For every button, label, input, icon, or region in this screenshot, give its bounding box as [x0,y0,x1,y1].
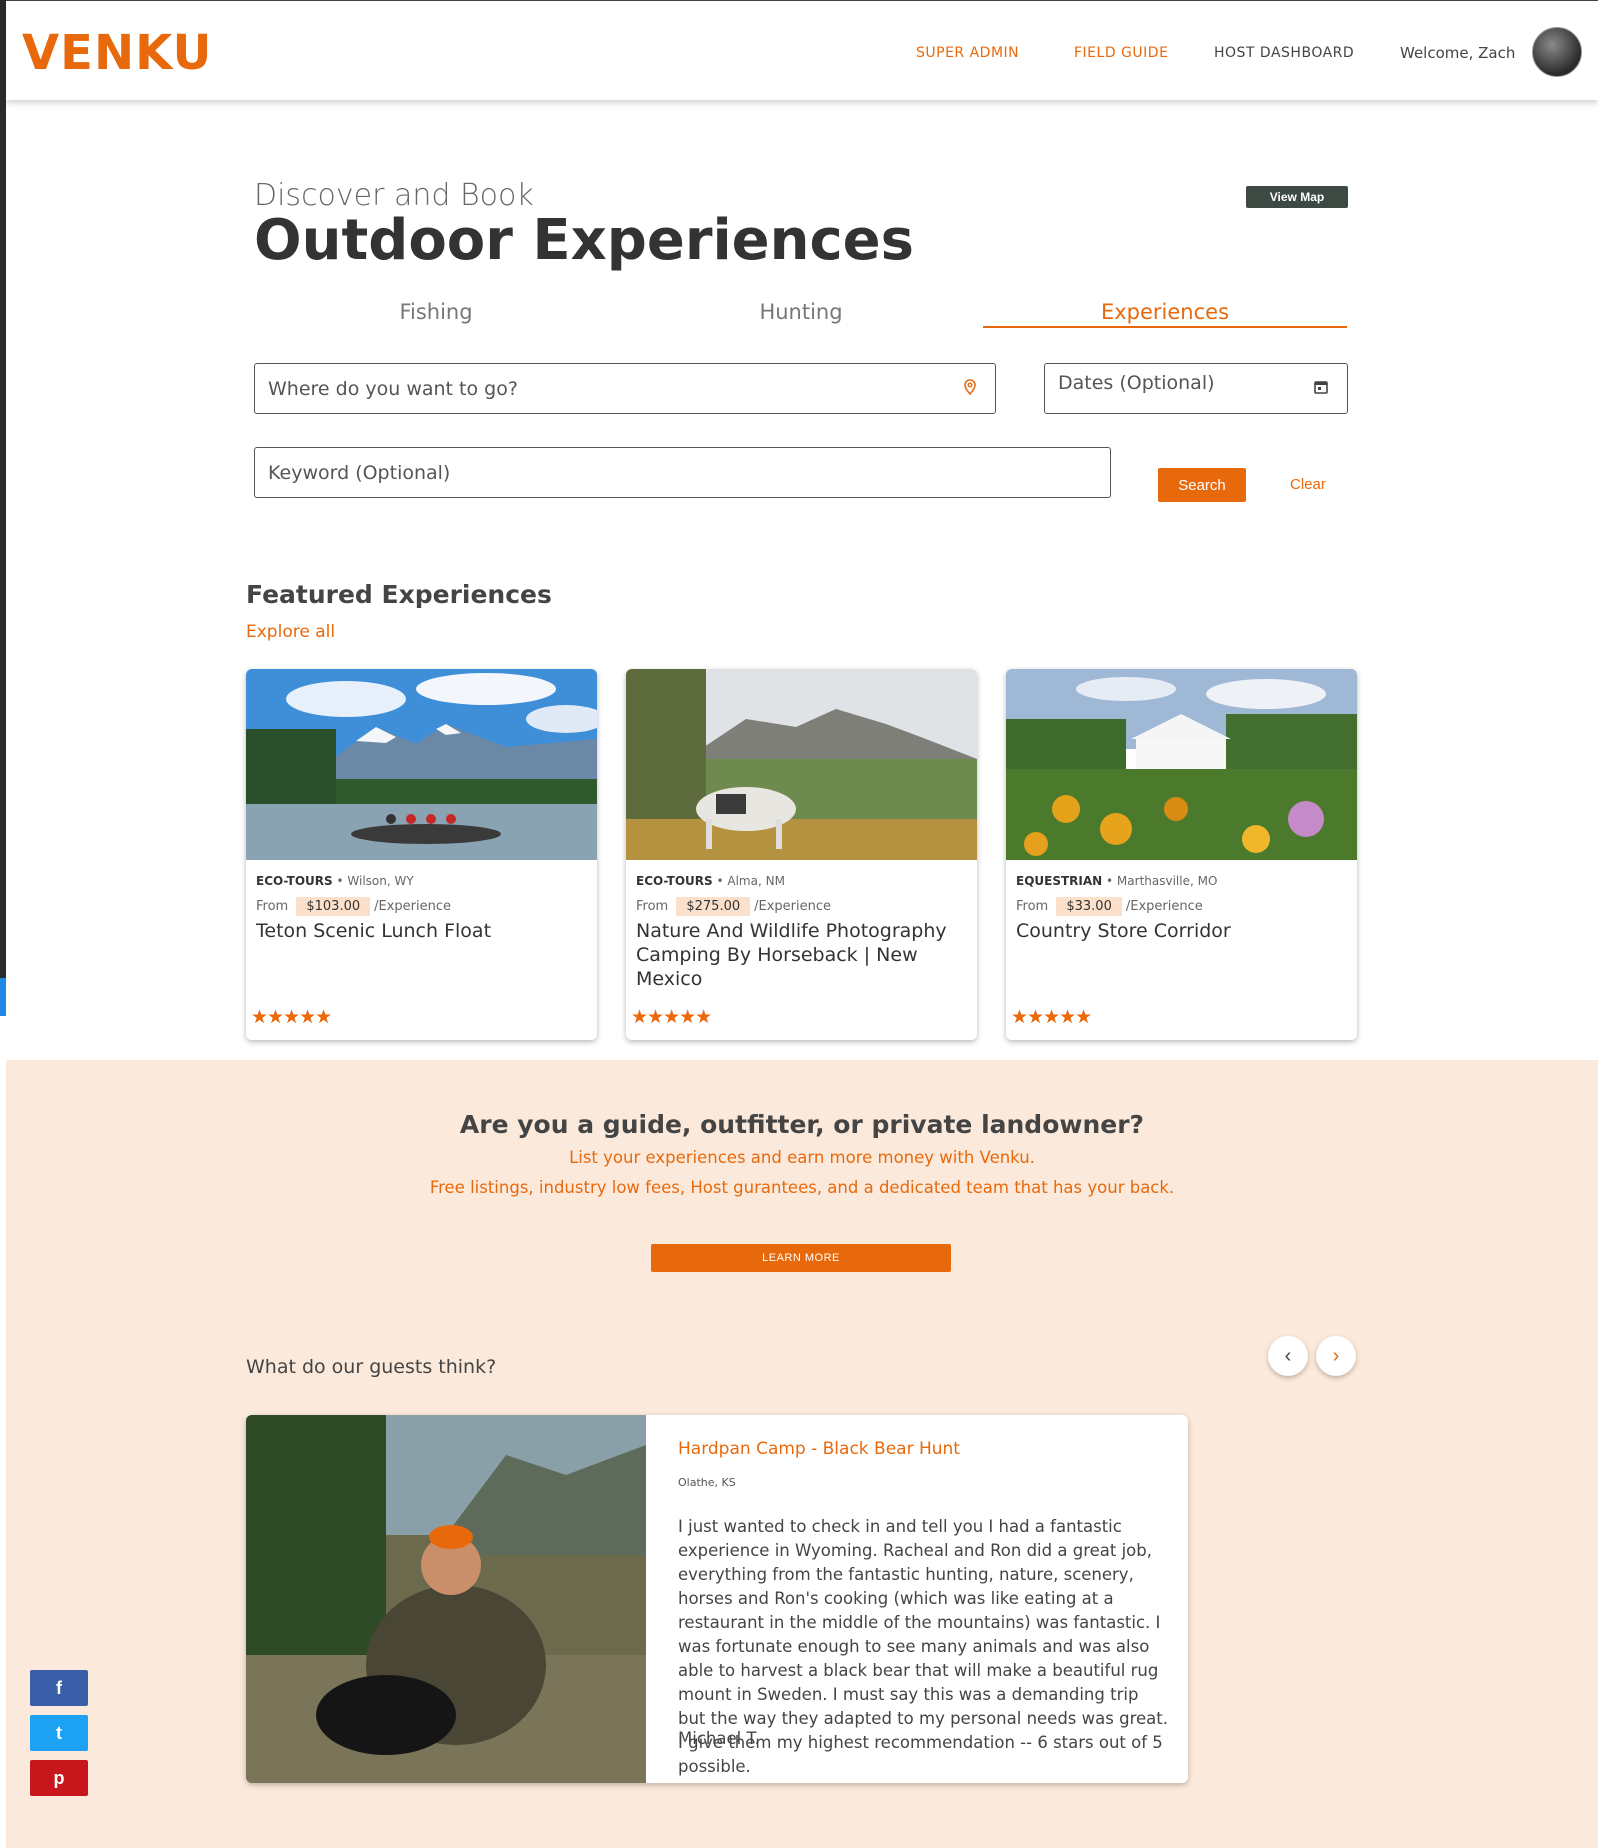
nav-field-guide[interactable]: FIELD GUIDE [1074,45,1168,61]
card-price-unit: /Experience [1125,899,1203,914]
review-title[interactable]: Hardpan Camp - Black Bear Hunt [678,1439,960,1459]
star-rating: ★★★★★ [251,1006,332,1028]
reviews-heading: What do our guests think? [246,1356,497,1378]
tab-experiences[interactable]: Experiences [983,300,1347,328]
card-category: ECO-TOURS [256,874,333,888]
welcome-text: Welcome, Zach [1400,44,1516,62]
view-map-button[interactable]: View Map [1246,186,1348,208]
page-title: Outdoor Experiences [254,208,914,273]
card-category: EQUESTRIAN [1016,874,1103,888]
star-rating: ★★★★★ [631,1006,712,1028]
card-from-label: From [1016,899,1049,914]
venku-logo[interactable]: VENKU [22,25,212,81]
location-input[interactable]: Where do you want to go? [254,363,996,414]
prev-review-button[interactable]: ‹ [1268,1336,1308,1376]
card-meta: EQUESTRIAN • Marthasville, MO [1016,874,1218,888]
location-placeholder: Where do you want to go? [268,377,518,400]
promo-line-2: Free listings, industry low fees, Host g… [429,1178,1175,1197]
host-promo-section: Are you a guide, outfitter, or private l… [6,1060,1598,1848]
map-pin-icon [963,378,977,400]
nav-host-dashboard[interactable]: HOST DASHBOARD [1214,45,1354,61]
card-price: $33.00 [1056,897,1122,916]
card-location: Marthasville, MO [1116,874,1218,888]
card-category: ECO-TOURS [636,874,713,888]
experience-card[interactable]: EQUESTRIAN • Marthasville, MO From $33.0… [1006,669,1357,1040]
card-price-unit: /Experience [754,899,832,914]
card-from-label: From [256,899,289,914]
tab-fishing[interactable]: Fishing [254,300,618,324]
featured-title: Featured Experiences [246,580,552,609]
card-location: Alma, NM [727,874,785,888]
search-button[interactable]: Search [1158,468,1246,502]
card-price: $103.00 [296,897,371,916]
experience-card[interactable]: ECO-TOURS • Wilson, WY From $103.00/Expe… [246,669,597,1040]
pinterest-share-button[interactable]: p [30,1760,88,1796]
card-price-row: From $275.00/Experience [636,897,832,916]
card-title[interactable]: Teton Scenic Lunch Float [256,919,586,943]
review-author: Michael T. [678,1729,760,1748]
review-card: Hardpan Camp - Black Bear Hunt Olathe, K… [246,1415,1188,1783]
card-image-country-store[interactable] [1006,669,1357,860]
clear-button[interactable]: Clear [1290,476,1326,493]
card-title[interactable]: Nature And Wildlife Photography Camping … [636,919,966,991]
card-from-label: From [636,899,669,914]
top-header: VENKU SUPER ADMIN FIELD GUIDE HOST DASHB… [6,0,1598,100]
card-meta: ECO-TOURS • Wilson, WY [256,874,414,888]
card-image-rafting[interactable] [246,669,597,860]
experience-card[interactable]: ECO-TOURS • Alma, NM From $275.00/Experi… [626,669,977,1040]
promo-heading: Are you a guide, outfitter, or private l… [459,1110,1145,1139]
nav-super-admin[interactable]: SUPER ADMIN [916,45,1019,61]
card-title[interactable]: Country Store Corridor [1016,919,1346,943]
promo-line-1: List your experiences and earn more mone… [569,1148,1035,1167]
card-price: $275.00 [676,897,751,916]
avatar[interactable] [1532,27,1582,77]
pinterest-icon: p [53,1767,65,1788]
facebook-share-button[interactable]: f [30,1670,88,1706]
review-photo [246,1415,646,1783]
chevron-right-icon: › [1332,1344,1340,1367]
tab-hunting[interactable]: Hunting [619,300,983,324]
keyword-placeholder: Keyword (Optional) [268,461,451,484]
star-rating: ★★★★★ [1011,1006,1092,1028]
twitter-icon: t [56,1722,62,1743]
learn-more-button[interactable]: LEARN MORE [651,1244,951,1272]
keyword-input[interactable]: Keyword (Optional) [254,447,1111,498]
review-location: Olathe, KS [678,1476,736,1489]
explore-all-link[interactable]: Explore all [246,622,335,642]
card-price-row: From $103.00/Experience [256,897,452,916]
card-price-unit: /Experience [374,899,452,914]
left-rail-accent [0,978,6,1016]
card-price-row: From $33.00/Experience [1016,897,1203,916]
left-rail [0,0,6,1016]
facebook-icon: f [56,1677,62,1698]
dates-input[interactable]: Dates (Optional) [1044,363,1348,414]
card-location: Wilson, WY [347,874,414,888]
next-review-button[interactable]: › [1316,1336,1356,1376]
card-image-horseback[interactable] [626,669,977,860]
dates-placeholder: Dates (Optional) [1058,372,1215,394]
calendar-icon [1313,378,1329,400]
chevron-left-icon: ‹ [1284,1344,1292,1367]
twitter-share-button[interactable]: t [30,1715,88,1751]
card-meta: ECO-TOURS • Alma, NM [636,874,785,888]
